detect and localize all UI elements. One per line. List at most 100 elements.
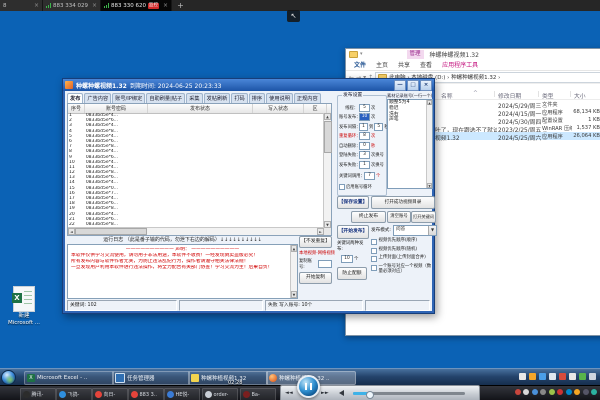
log-v-scrollbar[interactable]: ▲ ▼ (290, 245, 297, 298)
ribbon-tab-应用程序工具[interactable]: 应用程序工具 (437, 60, 483, 69)
minimize-button[interactable]: — (394, 80, 406, 91)
option-checkbox-row[interactable]: 视频优先顺序(随机) (371, 247, 434, 254)
main-tab-广告内容[interactable]: 广告内容 (84, 93, 111, 103)
tray-icon[interactable] (519, 373, 526, 380)
keyword-count-input[interactable]: 10 (341, 255, 353, 263)
column-header-size[interactable]: 大小 (574, 91, 586, 100)
scroll-down-icon[interactable]: ▼ (291, 291, 297, 298)
host-taskbar-item[interactable]: order- (202, 388, 238, 400)
scroll-up-icon[interactable]: ▲ (291, 245, 297, 252)
copy-account-input[interactable] (318, 260, 332, 268)
option-checkbox-row[interactable]: 上传封面(上传封面合并) (371, 255, 434, 262)
table-header-cell[interactable]: 账号密码 (85, 104, 148, 113)
setting-input[interactable]: 8 (359, 132, 370, 140)
main-tab-采集[interactable]: 采集 (186, 93, 202, 103)
chevron-down-icon[interactable]: ▼ (428, 226, 436, 235)
publish-mode-select[interactable]: 问答 ▼ (393, 225, 437, 236)
taskbar-item[interactable]: XMicrosoft Excel - .. (24, 371, 114, 385)
host-taskbar-item[interactable]: Ba- (240, 388, 276, 400)
quick-access-toolbar[interactable]: ▾ (349, 51, 363, 58)
ribbon-tab-主页[interactable]: 主页 (371, 60, 393, 69)
setting-input[interactable]: 10 (359, 113, 370, 121)
tray-icon[interactable] (539, 373, 546, 380)
ribbon-tab-共享[interactable]: 共享 (393, 60, 415, 69)
volume-slider[interactable] (353, 392, 465, 395)
host-taskbar-item[interactable]: HE悦- (164, 388, 200, 400)
main-tab-使用说明[interactable]: 使用说明 (266, 93, 293, 103)
tray-icon[interactable] (557, 389, 563, 395)
tray-icon[interactable] (523, 389, 529, 395)
column-header-type[interactable]: 类型 (542, 91, 554, 100)
remote-pointer-button[interactable]: ↖ (287, 10, 300, 22)
table-header-cell[interactable]: 序号 (68, 104, 85, 113)
scroll-down-icon[interactable]: ▼ (427, 183, 432, 188)
table-header-cell[interactable]: 写入状态 (253, 104, 304, 113)
tray-icon[interactable] (549, 389, 555, 395)
scroll-up-icon[interactable]: ▲ (324, 113, 331, 120)
norepeat-button[interactable]: 【不发重复】 (299, 236, 332, 248)
host-taskbar-item[interactable]: 向日- (92, 388, 128, 400)
h-scroll-thumb[interactable] (75, 228, 147, 235)
main-tab-正规内容[interactable]: 正规内容 (294, 93, 321, 103)
clear-accounts-button[interactable]: 清空账号 (387, 211, 411, 223)
tray-icon[interactable] (549, 373, 556, 380)
tray-icon[interactable] (529, 373, 536, 380)
main-tab-账号/IP绑定[interactable]: 账号/IP绑定 (112, 93, 145, 103)
tab-close-icon[interactable]: × (92, 2, 97, 9)
tab-close-icon[interactable]: × (163, 2, 168, 9)
column-header-date[interactable]: 修改日期 (498, 91, 521, 100)
tray-icon[interactable] (569, 373, 576, 380)
main-tab-打码[interactable]: 打码 (231, 93, 247, 103)
open-keywords-button[interactable]: 打开关键词 (411, 211, 436, 223)
v-scrollbar[interactable]: ▲ ▼ (323, 113, 331, 228)
option-checkbox[interactable] (371, 248, 377, 254)
tab-close-icon[interactable]: × (34, 2, 39, 9)
option-checkbox[interactable] (371, 256, 377, 262)
manage-contextual-tab[interactable]: 管理 (407, 50, 424, 59)
slider-thumb[interactable] (366, 391, 374, 399)
explorer-titlebar[interactable]: ▾ 管理 种螺种螺视频1.32 (346, 49, 600, 59)
tray-icon[interactable] (589, 373, 596, 380)
run-log-box[interactable]: —————————— 声明： ——————————本软件仅供学习交流使用，请勿用… (67, 244, 298, 299)
tray-icon[interactable] (583, 389, 589, 395)
h-scrollbar[interactable]: ◄ ► (68, 227, 324, 235)
tray-icon[interactable] (540, 389, 546, 395)
tray-icon[interactable] (532, 389, 538, 395)
maximize-button[interactable]: □ (407, 80, 419, 91)
setting-input[interactable]: 3 (359, 151, 370, 159)
start-publish-button[interactable]: 【开始发布】 (337, 225, 369, 239)
chevron-down-icon[interactable]: ▾ (360, 51, 363, 57)
setting-input[interactable]: 7 (364, 172, 375, 180)
media-prev-button[interactable]: ◄◄ (285, 390, 293, 396)
main-tab-发帖刷新[interactable]: 发帖刷新 (204, 93, 231, 103)
start-orb[interactable] (1, 370, 16, 385)
host-taskbar-item[interactable]: 腾讯- (20, 388, 56, 400)
loop-checkbox-row[interactable]: 启用账号循环 (339, 183, 385, 190)
media-next-button[interactable]: ►► (321, 390, 329, 396)
loop-checkbox[interactable] (339, 184, 345, 190)
table-header-cell[interactable]: 区 (304, 104, 327, 113)
v-scroll-thumb[interactable] (324, 121, 332, 153)
setting-input[interactable]: 0 (359, 142, 370, 150)
column-header-name[interactable]: 名称 (441, 91, 453, 100)
option-checkbox[interactable] (371, 265, 377, 271)
media-pause-button[interactable] (297, 375, 320, 398)
remote-session-tab[interactable]: 8× (0, 0, 43, 11)
setting-input[interactable]: 1 (359, 123, 368, 131)
wordlist-scrollbar[interactable]: ▲ ▼ (426, 100, 432, 188)
start-copy-button[interactable]: 开始复制 (299, 272, 332, 284)
main-tab-发布[interactable]: 发布 (67, 93, 83, 103)
tray-icon[interactable] (559, 373, 566, 380)
host-taskbar-item[interactable]: 飞鸽- (56, 388, 92, 400)
scroll-right-icon[interactable]: ► (317, 228, 324, 235)
taskbar-item[interactable]: 任务管理器 (112, 371, 190, 385)
quota-button[interactable]: 防止配额 (337, 267, 367, 280)
main-titlebar[interactable]: 种螺种螺视频1.32 到期时间: 2024-06-25 20:23:33 — □… (63, 79, 434, 91)
tray-icon[interactable] (591, 389, 597, 395)
tray-icon[interactable] (515, 389, 521, 395)
remote-session-tab[interactable]: 883 334 029× (43, 0, 101, 11)
main-tab-自助刷量|帖子[interactable]: 自助刷量|帖子 (146, 93, 185, 103)
desktop-icon-excel[interactable]: X 新建 Microsoft ... (6, 286, 42, 326)
wordlist-box[interactable]: 顺整5为4稳迟洗右声笔 ▲ ▼ (387, 99, 433, 189)
option-checkbox-row[interactable]: 一个账号对应一个视频（数量必须对应） (371, 264, 434, 274)
